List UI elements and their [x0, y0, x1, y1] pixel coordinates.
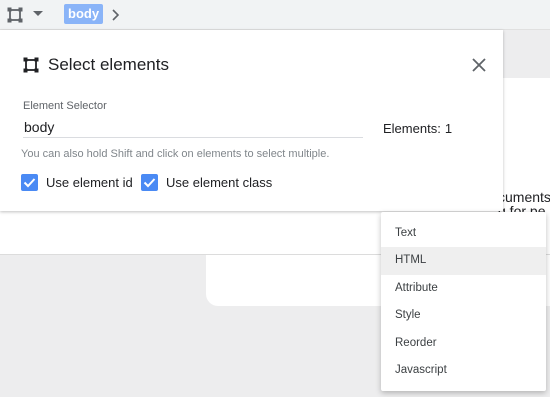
use-element-class-checkbox[interactable]: [141, 174, 158, 191]
dialog-title: Select elements: [48, 55, 169, 74]
use-element-class-label[interactable]: Use element class: [166, 175, 272, 190]
close-icon[interactable]: [471, 57, 487, 73]
elements-count: Elements: 1: [383, 121, 452, 136]
elements-count-value: 1: [444, 121, 453, 136]
breadcrumb-chip[interactable]: body: [64, 4, 104, 24]
app-root: body cuments g for pe Select elements El…: [0, 0, 550, 397]
menu-item-javascript[interactable]: Javascript: [381, 357, 546, 384]
multi-select-hint: You can also hold Shift and click on ele…: [21, 148, 330, 160]
menu-item-html[interactable]: HTML: [381, 247, 546, 275]
select-elements-dialog: Select elements Element Selector Element…: [0, 30, 503, 211]
caret-down-icon[interactable]: [33, 11, 43, 16]
menu-item-reorder[interactable]: Reorder: [381, 330, 546, 357]
element-selector-label: Element Selector: [23, 100, 107, 112]
use-element-id-checkbox[interactable]: [21, 174, 38, 191]
element-selector-input[interactable]: [23, 116, 363, 138]
use-element-id-label[interactable]: Use element id: [46, 175, 133, 190]
elements-count-label: Elements:: [383, 121, 441, 136]
chevron-right-icon: [112, 9, 120, 21]
checkmark-icon: [23, 178, 36, 188]
select-element-icon[interactable]: [6, 6, 24, 24]
menu-item-attribute[interactable]: Attribute: [381, 275, 546, 302]
select-element-icon: [23, 57, 39, 73]
menu-item-style[interactable]: Style: [381, 302, 546, 329]
top-toolbar: body: [0, 0, 550, 30]
action-menu: Text HTML Attribute Style Reorder Javasc…: [381, 212, 546, 391]
menu-item-text[interactable]: Text: [381, 220, 546, 247]
checkmark-icon: [143, 178, 156, 188]
